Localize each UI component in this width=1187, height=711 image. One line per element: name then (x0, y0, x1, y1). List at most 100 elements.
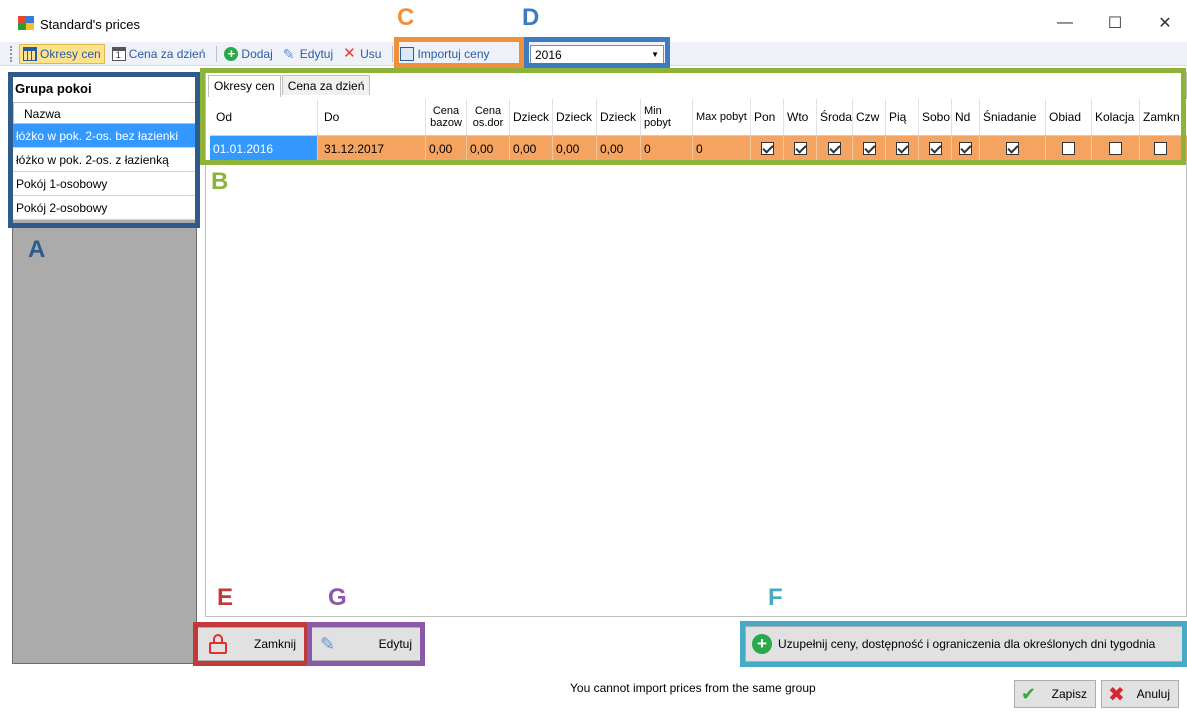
cena-za-dzien-label: Cena za dzień (128, 46, 206, 61)
edit-period-button[interactable]: ✎ Edytuj (311, 627, 421, 661)
cena-za-dzien-button[interactable]: Cena za dzień (109, 44, 209, 64)
checkbox-nd[interactable] (959, 142, 972, 155)
column-header[interactable]: Obiad (1046, 99, 1092, 135)
pencil-icon: ✎ (320, 633, 336, 654)
add-button[interactable]: + Dodaj (221, 44, 275, 64)
toolbar-separator (392, 45, 394, 62)
annotation-label-g: G (328, 584, 347, 611)
save-button[interactable]: ✔ Zapisz (1014, 680, 1096, 708)
add-label: Dodaj (241, 46, 273, 61)
column-header[interactable]: Do (318, 99, 426, 135)
cell-cena-bazowa[interactable]: 0,00 (426, 136, 467, 161)
cell-min-pobyt[interactable]: 0 (641, 136, 693, 161)
checkbox-pon[interactable] (760, 142, 774, 155)
checkbox-czw[interactable] (862, 142, 876, 155)
okresy-cen-label: Okresy cen (40, 46, 101, 61)
price-periods-panel: Okresy cen Cena za dzień Od Do Cena bazo… (205, 72, 1187, 617)
list-item[interactable]: Pokój 1-osobowy (13, 172, 196, 196)
checkbox-sroda[interactable] (828, 142, 841, 155)
checkbox-sniadanie[interactable] (1006, 142, 1019, 155)
cancel-label: Anuluj (1136, 687, 1170, 701)
cell-do[interactable]: 31.12.2017 (318, 136, 426, 161)
close-button[interactable]: ✕ (1145, 10, 1185, 36)
cancel-x-icon: ✖ (1108, 683, 1125, 706)
annotation-label-a: A (28, 236, 46, 263)
cell-dziecko-2[interactable]: 0,00 (553, 136, 597, 161)
annotation-label-e: E (217, 584, 234, 611)
tab-okresy-cen[interactable]: Okresy cen (208, 75, 281, 97)
column-header[interactable]: Dzieck (597, 99, 641, 135)
cell-od[interactable]: 01.01.2016 (210, 136, 318, 161)
column-header[interactable]: Max pobyt (693, 99, 751, 135)
list-item[interactable]: łóżko w pok. 2-os. bez łazienki (13, 124, 196, 148)
delete-label: Usu (360, 46, 382, 61)
column-header[interactable]: Dzieck (510, 99, 553, 135)
import-prices-button[interactable]: Importuj ceny (397, 44, 492, 64)
room-group-title: Grupa pokoi (13, 75, 196, 102)
table-icon (23, 46, 37, 61)
annotation-label-c: C (397, 4, 415, 31)
room-group-list: Nazwa łóżko w pok. 2-os. bez łazienki łó… (13, 102, 196, 220)
plus-icon: + (224, 46, 239, 61)
window-title: Standard's prices (40, 17, 141, 32)
okresy-cen-button[interactable]: Okresy cen (19, 43, 105, 64)
room-group-column-header[interactable]: Nazwa (13, 102, 196, 124)
list-item[interactable]: Pokój 2-osobowy (13, 196, 196, 220)
grid-header: Od Do Cena bazow Cena os.dor Dzieck Dzie… (210, 99, 1187, 136)
cell-cena-os-dod[interactable]: 0,00 (467, 136, 510, 161)
column-header[interactable]: Kolacja (1092, 99, 1140, 135)
column-header[interactable]: Pią (886, 99, 919, 135)
delete-button[interactable]: ✕ Usu (340, 44, 384, 64)
column-header[interactable]: Od (210, 99, 318, 135)
checkmark-icon: ✔ (1021, 683, 1037, 704)
toolbar-grip (10, 45, 13, 62)
cancel-button[interactable]: ✖ Anuluj (1101, 680, 1179, 708)
column-header[interactable]: Nd (952, 99, 980, 135)
fill-week-days-label: Uzupełnij ceny, dostępność i ograniczeni… (778, 637, 1156, 651)
price-periods-grid: Od Do Cena bazow Cena os.dor Dzieck Dzie… (210, 99, 1187, 161)
cell-dziecko-1[interactable]: 0,00 (510, 136, 553, 161)
tab-cena-za-dzien[interactable]: Cena za dzień (281, 75, 371, 95)
column-header[interactable]: Cena bazow (426, 99, 467, 135)
column-header[interactable]: Zamkn (1140, 99, 1182, 135)
edit-period-label: Edytuj (378, 637, 412, 651)
cell-max-pobyt[interactable]: 0 (693, 136, 751, 161)
tab-strip: Okresy cen Cena za dzień (208, 75, 371, 97)
close-period-button[interactable]: Zamknij (197, 627, 305, 661)
fill-week-days-button[interactable]: + Uzupełnij ceny, dostępność i ogranicze… (745, 626, 1183, 662)
toolbar-separator (216, 45, 218, 62)
year-select[interactable]: 2016 ▼ (530, 45, 664, 64)
checkbox-kolacja[interactable] (1109, 142, 1122, 155)
lock-icon (208, 633, 228, 655)
checkbox-zamkniete[interactable] (1154, 142, 1167, 155)
cell-dziecko-3[interactable]: 0,00 (597, 136, 641, 161)
column-header[interactable]: Dzieck (553, 99, 597, 135)
annotation-label-b: B (211, 168, 229, 195)
column-header[interactable]: Środa (817, 99, 853, 135)
column-header[interactable]: Pon (751, 99, 784, 135)
year-select-value: 2016 (535, 48, 562, 62)
checkbox-pia[interactable] (895, 142, 909, 155)
column-header[interactable]: Min pobyt (641, 99, 693, 135)
column-header[interactable]: Śniadanie (980, 99, 1046, 135)
app-icon (18, 16, 34, 30)
minimize-button[interactable]: — (1045, 10, 1085, 36)
status-message: You cannot import prices from the same g… (570, 681, 816, 695)
calendar-icon (111, 46, 126, 61)
annotation-label-f: F (768, 584, 783, 611)
column-header[interactable]: Czw (853, 99, 886, 135)
table-row[interactable]: 01.01.2016 31.12.2017 0,00 0,00 0,00 0,0… (210, 136, 1187, 161)
checkbox-wto[interactable] (793, 142, 807, 155)
edit-label: Edytuj (299, 46, 334, 61)
checkbox-sob[interactable] (928, 142, 942, 155)
pencil-icon: ✎ (282, 45, 295, 62)
import-icon (400, 46, 415, 61)
column-header[interactable]: Sobo (919, 99, 952, 135)
list-item[interactable]: łóżko w pok. 2-os. z łazienką (13, 148, 196, 172)
column-header[interactable]: Wto (784, 99, 817, 135)
column-header[interactable]: Cena os.dor (467, 99, 510, 135)
close-period-label: Zamknij (253, 637, 296, 651)
checkbox-obiad[interactable] (1062, 142, 1075, 155)
edit-button[interactable]: ✎ Edytuj (280, 44, 336, 64)
maximize-button[interactable]: ☐ (1095, 10, 1135, 36)
